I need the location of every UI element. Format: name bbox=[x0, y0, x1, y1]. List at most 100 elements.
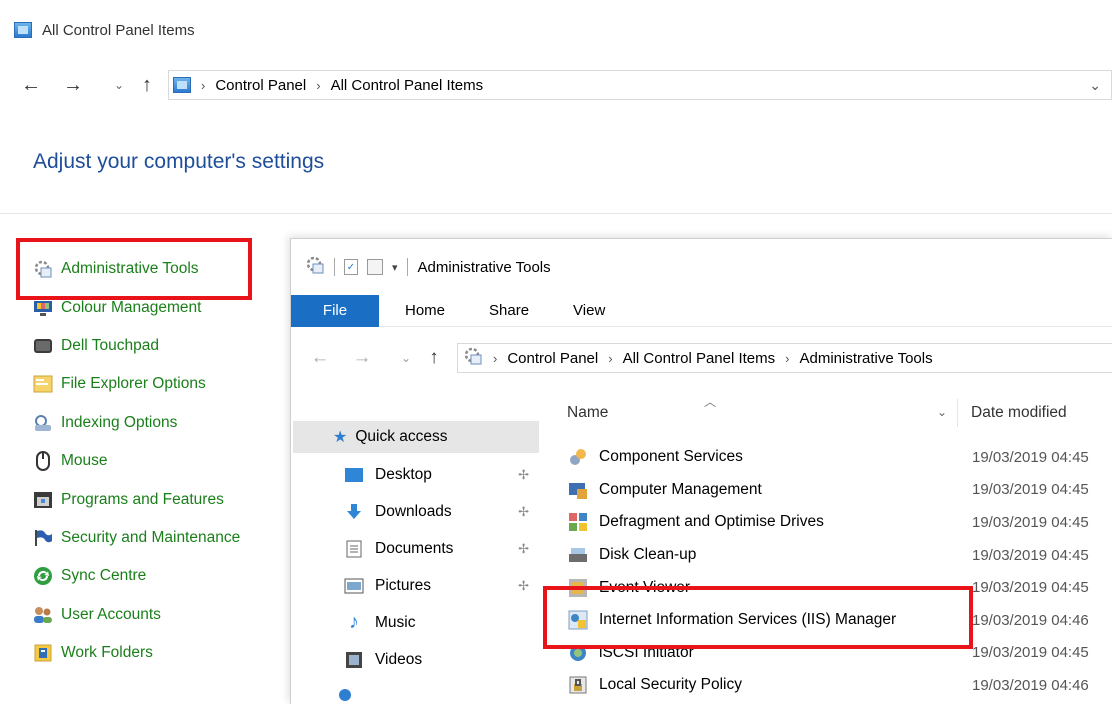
tab-view[interactable]: View bbox=[573, 302, 605, 319]
control-panel-icon bbox=[173, 77, 191, 93]
nav-item-label: Music bbox=[375, 613, 416, 631]
navigation-pane: ★ Quick access Desktop ✢ Downloads ✢ Doc… bbox=[291, 391, 539, 704]
breadcrumb-all-items[interactable]: All Control Panel Items bbox=[331, 77, 484, 94]
gear-tools-icon bbox=[463, 346, 483, 370]
control-panel-list: Administrative Tools Colour Management D… bbox=[32, 250, 292, 672]
mouse-icon bbox=[32, 451, 54, 472]
window-title-text: All Control Panel Items bbox=[42, 21, 195, 39]
file-row[interactable]: Local Security Policy 19/03/2019 04:46 bbox=[539, 669, 1112, 702]
breadcrumb-all-items[interactable]: All Control Panel Items bbox=[623, 350, 776, 367]
computer-management-icon bbox=[567, 480, 589, 500]
forward-arrow-icon[interactable]: → bbox=[349, 345, 375, 371]
tab-home[interactable]: Home bbox=[405, 302, 445, 319]
back-arrow-icon[interactable]: ← bbox=[307, 345, 333, 371]
nav-item-label: Videos bbox=[375, 650, 423, 668]
cp-item-user-accounts[interactable]: User Accounts bbox=[32, 596, 292, 634]
nav-item-pictures[interactable]: Pictures ✢ bbox=[291, 567, 539, 604]
breadcrumb-control-panel[interactable]: Control Panel bbox=[215, 77, 306, 94]
breadcrumb-administrative-tools[interactable]: Administrative Tools bbox=[800, 350, 933, 367]
tab-share[interactable]: Share bbox=[489, 302, 529, 319]
users-icon bbox=[32, 605, 54, 625]
file-name: Defragment and Optimise Drives bbox=[599, 513, 824, 531]
cp-item-label: File Explorer Options bbox=[61, 375, 206, 393]
explorer-address-bar[interactable]: › Control Panel › All Control Panel Item… bbox=[457, 343, 1112, 373]
nav-item-music[interactable]: ♪ Music bbox=[291, 604, 539, 641]
cp-item-indexing-options[interactable]: Indexing Options bbox=[32, 404, 292, 442]
file-name: Component Services bbox=[599, 448, 743, 466]
cp-item-security-and-maintenance[interactable]: Security and Maintenance bbox=[32, 519, 292, 557]
recent-locations-chevron-icon[interactable]: ⌄ bbox=[393, 345, 419, 371]
forward-arrow-icon[interactable]: → bbox=[60, 72, 86, 98]
security-policy-icon bbox=[567, 675, 589, 695]
cp-item-label: Mouse bbox=[61, 452, 108, 470]
tab-file[interactable]: File bbox=[291, 294, 379, 327]
chevron-down-icon[interactable]: ⌄ bbox=[1089, 77, 1101, 94]
file-name: Computer Management bbox=[599, 480, 762, 498]
recent-locations-chevron-icon[interactable]: ⌄ bbox=[106, 72, 132, 98]
breadcrumb-control-panel[interactable]: Control Panel bbox=[507, 350, 598, 367]
column-headers: ︿ Name ⌄ Date modified bbox=[539, 395, 1112, 431]
pin-icon[interactable]: ✢ bbox=[518, 504, 529, 520]
cp-item-label: Work Folders bbox=[61, 644, 153, 662]
nav-item-downloads[interactable]: Downloads ✢ bbox=[291, 493, 539, 530]
file-row[interactable]: Disk Clean-up 19/03/2019 04:45 bbox=[539, 539, 1112, 572]
cp-item-programs-and-features[interactable]: Programs and Features bbox=[32, 480, 292, 518]
breadcrumb-separator-icon: › bbox=[785, 350, 790, 366]
nav-item-label: Downloads bbox=[375, 502, 452, 520]
divider bbox=[0, 213, 1112, 214]
customize-toolbar-chevron-icon[interactable]: ▾ bbox=[392, 261, 398, 274]
file-date: 19/03/2019 04:45 bbox=[972, 481, 1089, 499]
up-arrow-icon[interactable]: ↑ bbox=[134, 72, 160, 98]
navigation-bar: ← → ⌄ ↑ › Control Panel › All Control Pa… bbox=[0, 66, 1112, 104]
pin-icon[interactable]: ✢ bbox=[518, 541, 529, 557]
nav-item-desktop[interactable]: Desktop ✢ bbox=[291, 456, 539, 493]
desktop-icon bbox=[343, 466, 365, 484]
music-note-icon: ♪ bbox=[349, 611, 359, 633]
cp-item-label: Dell Touchpad bbox=[61, 336, 159, 354]
address-bar[interactable]: › Control Panel › All Control Panel Item… bbox=[168, 70, 1112, 100]
cp-item-mouse[interactable]: Mouse bbox=[32, 442, 292, 480]
file-row[interactable]: Computer Management 19/03/2019 04:45 bbox=[539, 474, 1112, 507]
column-header-date[interactable]: Date modified bbox=[971, 404, 1067, 422]
cp-item-sync-centre[interactable]: Sync Centre bbox=[32, 557, 292, 595]
ribbon-tabs: File Home Share View bbox=[291, 294, 1112, 327]
properties-check-icon[interactable]: ✓ bbox=[344, 259, 358, 275]
file-date: 19/03/2019 04:46 bbox=[972, 676, 1089, 694]
file-date: 19/03/2019 04:45 bbox=[972, 513, 1089, 531]
chevron-down-icon[interactable]: ⌄ bbox=[937, 405, 947, 419]
toolbar-divider bbox=[334, 258, 335, 276]
pin-icon[interactable]: ✢ bbox=[518, 467, 529, 483]
column-divider[interactable] bbox=[957, 399, 958, 427]
nav-item-label: Pictures bbox=[375, 576, 431, 594]
pictures-icon bbox=[343, 577, 365, 595]
cp-item-dell-touchpad[interactable]: Dell Touchpad bbox=[32, 327, 292, 365]
videos-icon bbox=[343, 651, 365, 669]
highlight-box-iis-manager bbox=[543, 586, 973, 649]
new-folder-icon[interactable] bbox=[367, 259, 383, 275]
column-header-name[interactable]: Name bbox=[567, 404, 937, 422]
file-list: ︿ Name ⌄ Date modified Component Service… bbox=[539, 379, 1112, 704]
cp-item-file-explorer-options[interactable]: File Explorer Options bbox=[32, 365, 292, 403]
up-arrow-icon[interactable]: ↑ bbox=[421, 345, 447, 371]
disk-cleanup-icon bbox=[567, 545, 589, 565]
breadcrumb-separator-icon: › bbox=[201, 77, 206, 93]
file-date: 19/03/2019 04:45 bbox=[972, 448, 1089, 466]
file-row[interactable]: Component Services 19/03/2019 04:45 bbox=[539, 441, 1112, 474]
indexing-icon bbox=[32, 413, 54, 433]
file-row[interactable]: Defragment and Optimise Drives 19/03/201… bbox=[539, 506, 1112, 539]
cp-item-label: Security and Maintenance bbox=[61, 528, 241, 546]
file-date: 19/03/2019 04:45 bbox=[972, 644, 1089, 662]
sync-icon bbox=[32, 566, 54, 586]
onedrive-icon[interactable] bbox=[339, 689, 351, 701]
cp-item-work-folders[interactable]: Work Folders bbox=[32, 634, 292, 672]
pin-icon[interactable]: ✢ bbox=[518, 578, 529, 594]
nav-item-videos[interactable]: Videos bbox=[291, 641, 539, 678]
nav-item-label: Quick access bbox=[355, 428, 448, 445]
back-arrow-icon[interactable]: ← bbox=[18, 72, 44, 98]
nav-item-documents[interactable]: Documents ✢ bbox=[291, 530, 539, 567]
nav-quick-access[interactable]: ★ Quick access bbox=[293, 421, 539, 453]
document-icon bbox=[343, 540, 365, 558]
monitor-icon bbox=[32, 298, 54, 318]
file-date: 19/03/2019 04:45 bbox=[972, 546, 1089, 564]
breadcrumb-separator-icon: › bbox=[608, 350, 613, 366]
